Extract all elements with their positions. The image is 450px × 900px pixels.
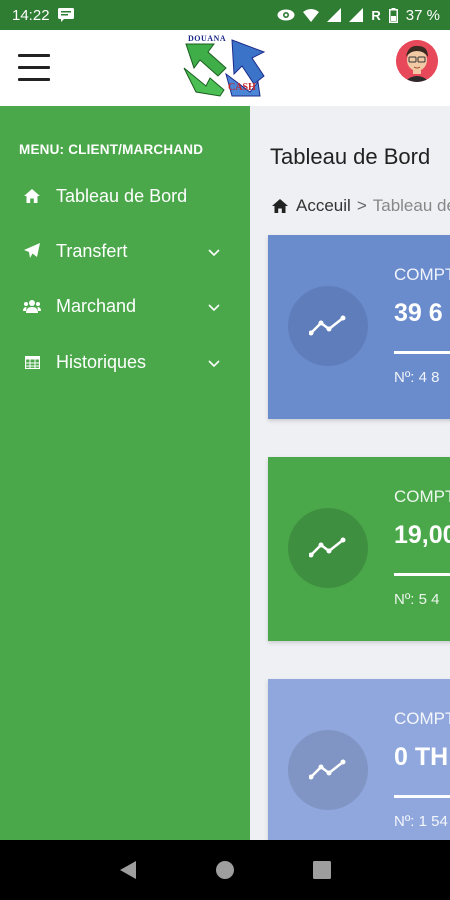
paper-plane-icon (22, 243, 42, 259)
card-label: COMPTE (394, 487, 450, 506)
app-logo: DOUANA CASH (180, 34, 270, 100)
logo-text-top: DOUANA (188, 34, 227, 43)
breadcrumb-home-link[interactable]: Acceuil (296, 196, 351, 216)
sidebar-item-label: Marchand (56, 295, 137, 316)
card-account-number: Nº: 5 4 (394, 591, 440, 608)
card-divider (394, 351, 450, 354)
status-time: 14:22 (12, 6, 50, 24)
network-label: R (371, 7, 381, 23)
breadcrumb-separator: > (356, 196, 367, 215)
battery-level: 37 % (405, 6, 440, 24)
card-value: 19,00 (394, 521, 450, 549)
sidebar-item-label: Tableau de Bord (56, 185, 188, 206)
sidebar-item-historiques[interactable]: Historiques (0, 340, 250, 384)
card-divider (394, 795, 450, 798)
card-value: 39 6 (394, 299, 443, 327)
account-card[interactable]: COMPTE 19,00 Nº: 5 4 (268, 457, 450, 641)
sidebar-item-transfert[interactable]: Transfert (0, 229, 250, 273)
trend-icon (288, 286, 368, 366)
main-content: Tableau de Bord Acceuil > Tableau de Bor… (250, 106, 450, 840)
signal-icon (327, 8, 342, 22)
home-icon (22, 189, 42, 203)
users-icon (22, 299, 42, 313)
recent-apps-icon[interactable] (302, 850, 342, 890)
sidebar-item-label: Historiques (56, 351, 147, 372)
back-icon[interactable] (108, 850, 148, 890)
app-header: DOUANA CASH (0, 30, 450, 106)
breadcrumb: Acceuil > Tableau de Bord (272, 196, 450, 216)
trend-icon (288, 730, 368, 810)
chevron-down-icon (208, 299, 220, 317)
account-card[interactable]: COMPTE 39 6 Nº: 4 8 (268, 235, 450, 419)
sidebar-menu-title: MENU: CLIENT/MARCHAND (19, 142, 204, 157)
table-icon (22, 355, 42, 369)
status-bar: 14:22 R 37 % (0, 0, 450, 30)
account-card[interactable]: COMPTE 0 TH Nº: 1 54 (268, 679, 450, 840)
page-title: Tableau de Bord (270, 144, 431, 169)
eye-icon (277, 9, 295, 21)
hamburger-menu-icon[interactable] (18, 54, 50, 81)
sidebar-item-marchand[interactable]: Marchand (0, 284, 250, 328)
chevron-down-icon (208, 244, 220, 262)
signal-roaming-icon (349, 8, 364, 22)
sidebar-item-tableau-de-bord[interactable]: Tableau de Bord (0, 174, 250, 218)
user-avatar[interactable] (396, 40, 438, 82)
home-icon (272, 199, 288, 213)
card-label: COMPTE (394, 265, 450, 284)
logo-text-bottom: CASH (228, 82, 256, 93)
wifi-icon (303, 8, 320, 22)
battery-icon (388, 7, 398, 23)
breadcrumb-current: Tableau de Bord (372, 196, 450, 215)
trend-icon (288, 508, 368, 588)
card-label: COMPTE (394, 709, 450, 728)
system-navigation-bar (0, 840, 450, 900)
message-notification-icon (57, 8, 74, 22)
card-divider (394, 573, 450, 576)
card-value: 0 TH (394, 743, 449, 771)
sidebar: MENU: CLIENT/MARCHAND Tableau de Bord Tr… (0, 106, 250, 840)
sidebar-item-label: Transfert (56, 240, 128, 261)
card-account-number: Nº: 4 8 (394, 369, 440, 386)
card-account-number: Nº: 1 54 (394, 813, 448, 830)
home-circle-icon[interactable] (205, 850, 245, 890)
chevron-down-icon (208, 355, 220, 373)
